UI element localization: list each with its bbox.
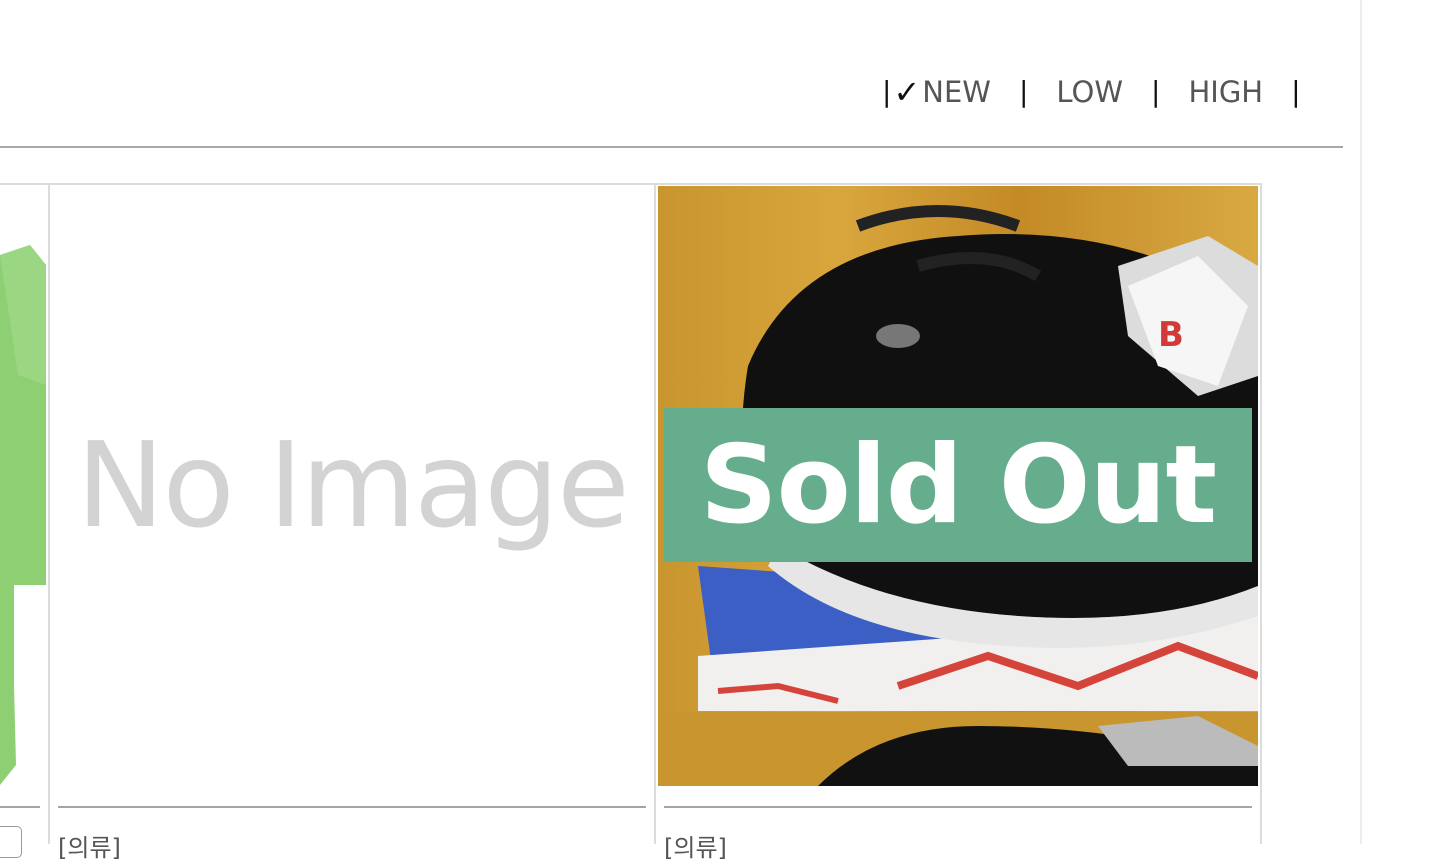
sold-out-badge: Sold Out [664,408,1252,562]
sort-high-label: HIGH [1188,75,1264,109]
no-image-text: No Image [76,416,630,554]
option-button[interactable] [0,826,22,858]
grid-divider [1260,183,1262,844]
grid-divider [48,183,50,844]
sort-new-label: NEW [922,75,991,109]
sort-low-label: LOW [1056,75,1124,109]
gutter-divider [1360,0,1362,844]
product-category[interactable]: [의류] [58,828,121,863]
grid-divider [654,183,656,844]
sort-high[interactable]: HIGH [1188,75,1263,109]
product-image-tshirt[interactable] [0,185,48,805]
svg-text:B: B [1158,315,1184,355]
sold-out-text: Sold Out [699,422,1217,548]
header-divider [0,146,1343,148]
sort-separator: | [1018,75,1029,108]
product-divider [58,806,646,808]
check-icon: ✓ [893,73,921,111]
product-divider [0,806,40,808]
sort-separator: | [1291,75,1301,108]
scroll-gutter [1360,0,1446,844]
product-divider [664,806,1252,808]
sort-separator: | [1151,75,1161,108]
sort-separator: | [882,75,892,108]
sort-new[interactable]: ✓ NEW [891,73,991,111]
sort-bar: | ✓ NEW | LOW | HIGH | [882,70,1301,114]
sort-low[interactable]: LOW [1056,75,1123,109]
product-image-placeholder[interactable]: No Image [52,185,652,785]
product-category[interactable]: [의류] [664,828,727,863]
